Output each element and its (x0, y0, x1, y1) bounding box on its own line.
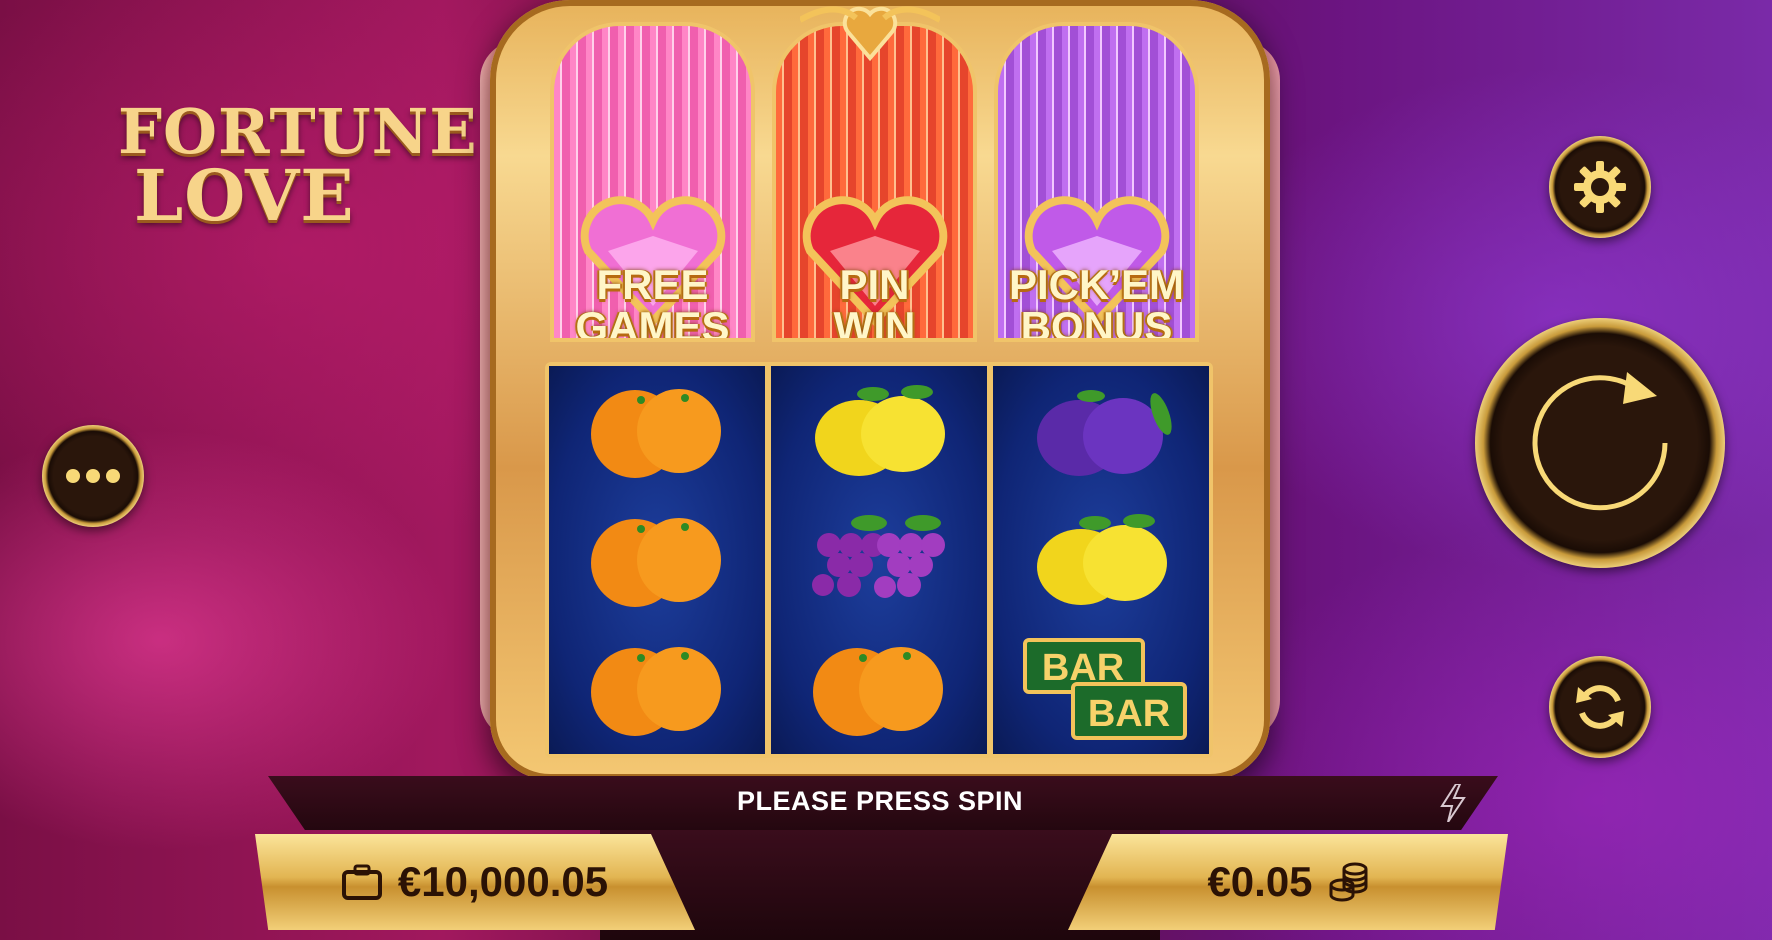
orange-symbol (591, 647, 721, 737)
reel-2 (771, 366, 987, 754)
balance-display: €10,000.05 (255, 834, 695, 930)
spin-arrow-icon (1532, 372, 1668, 511)
gear-icon (1574, 161, 1626, 213)
lemon-symbol (815, 384, 945, 476)
turbo-lightning-icon[interactable] (1440, 784, 1466, 822)
feature-panel-pickem-bonus: PICK’EM BONUS (994, 22, 1199, 342)
heart-crown-ornament (800, 6, 940, 62)
reel-3: BAR BAR (993, 366, 1209, 754)
spin-button[interactable] (1475, 318, 1725, 568)
logo-line-2: LOVE (134, 154, 355, 237)
grapes-symbol (812, 514, 945, 598)
feature-panel-free-games: FREE GAMES (550, 22, 755, 342)
settings-button[interactable] (1549, 136, 1651, 238)
feature-panel-pin-win: PIN WIN (772, 22, 977, 342)
orange-symbol (813, 647, 943, 737)
lemon-symbol (1037, 513, 1167, 605)
autoplay-button[interactable] (1549, 656, 1651, 758)
status-message: PLEASE PRESS SPIN (736, 786, 1024, 816)
feature-label-pin-win: PIN WIN (833, 261, 916, 342)
double-bar-symbol: BAR BAR (1023, 638, 1187, 741)
reel-grid: BAR BAR (545, 362, 1213, 758)
orange-symbol (591, 388, 721, 478)
balance-value: €10,000.05 (397, 858, 609, 905)
bet-value: €0.05 (1207, 858, 1313, 905)
bar-text-bottom: BAR (1088, 693, 1170, 735)
menu-button[interactable] (42, 425, 144, 527)
plum-symbol (1037, 389, 1172, 476)
bet-display[interactable]: €0.05 (1068, 834, 1508, 930)
bar-text-top: BAR (1042, 647, 1124, 689)
feature-label-pickem-bonus: PICK’EM BONUS (1008, 261, 1184, 342)
autoplay-icon (1576, 685, 1624, 729)
more-dots-icon (66, 469, 120, 483)
game-logo: FORTUNE LOVE (118, 100, 477, 250)
wallet-icon (341, 864, 382, 900)
reel-1 (549, 366, 765, 754)
feature-label-free-games: FREE GAMES (575, 261, 730, 342)
orange-symbol (591, 517, 721, 607)
coins-icon (1329, 862, 1368, 902)
